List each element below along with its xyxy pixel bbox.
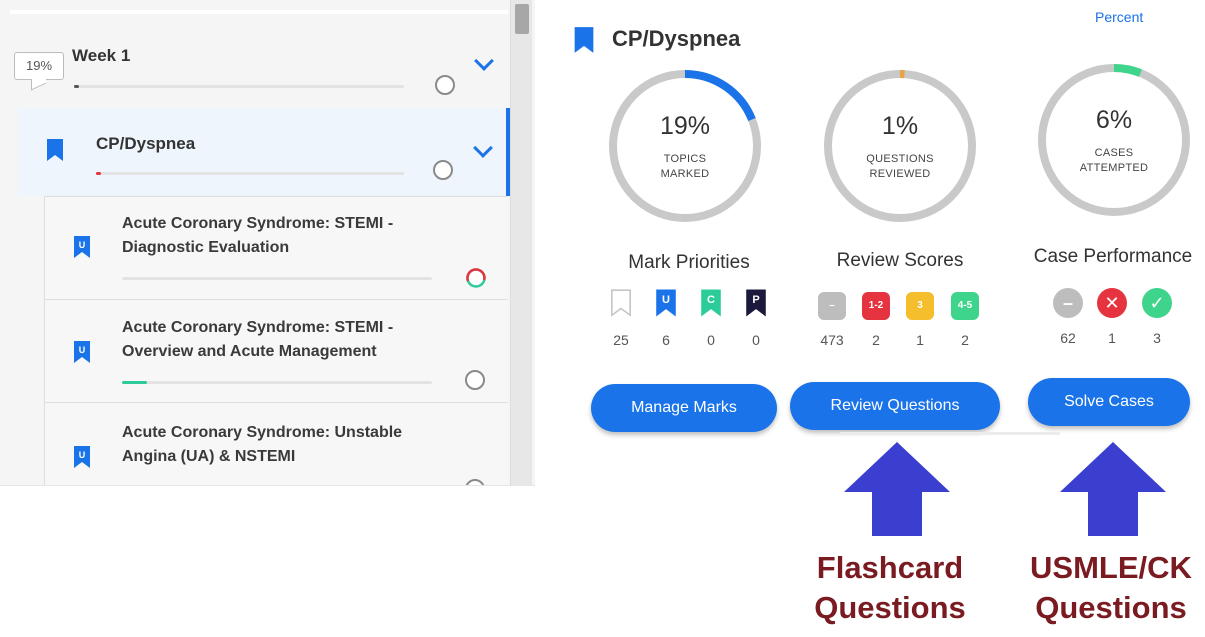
bookmark-icon: [574, 27, 594, 53]
bookmark-outline-icon[interactable]: [610, 288, 632, 318]
cases-attempted-ring: [1038, 64, 1190, 216]
mark-count: 0: [707, 332, 715, 348]
topic-progress-bar: [122, 277, 432, 280]
cases-attempted-label: CASES ATTEMPTED: [1079, 147, 1149, 174]
topic-title: Acute Coronary Syndrome: STEMI - Overvie…: [122, 316, 393, 364]
case-incorrect-icon[interactable]: ✕: [1097, 288, 1127, 318]
mark-count: 25: [613, 332, 629, 348]
bookmark-u-icon: U: [74, 341, 90, 363]
topic-title-line1: Acute Coronary Syndrome: STEMI -: [122, 319, 394, 336]
case-count: 3: [1153, 330, 1161, 346]
bookmark-p-icon[interactable]: P: [745, 288, 767, 318]
partial-progress-ring-icon: [466, 268, 486, 288]
category-status-ring-icon: [433, 160, 453, 180]
solve-cases-button[interactable]: Solve Cases: [1028, 378, 1190, 426]
score-unrated-badge[interactable]: –: [818, 292, 846, 320]
week-progress-badge: 19%: [14, 52, 64, 80]
topic-tree-panel: 19% Week 1 CP/Dyspnea U Acute Coronary S…: [0, 0, 535, 486]
svg-text:U: U: [79, 345, 86, 355]
score-4-5-badge[interactable]: 4-5: [951, 292, 979, 320]
shadow-divider: [840, 432, 1060, 435]
case-count: 62: [1060, 330, 1076, 346]
topics-marked-ring: [609, 70, 761, 222]
topic-status-ring-icon: [465, 479, 485, 485]
case-unattempted-icon[interactable]: –: [1053, 288, 1083, 318]
chevron-down-icon[interactable]: [473, 138, 493, 158]
category-progress-fill: [96, 172, 101, 175]
category-progress-bar: [96, 172, 404, 175]
sidebar-item-cp-dyspnea[interactable]: CP/Dyspnea: [18, 108, 510, 196]
cases-attempted-stat: 6% CASES ATTEMPTED: [1034, 60, 1194, 220]
topic-title-line1: Acute Coronary Syndrome: Unstable: [122, 424, 403, 441]
case-correct-icon[interactable]: ✓: [1142, 288, 1172, 318]
case-performance-title: Case Performance: [1033, 246, 1193, 267]
score-count: 1: [916, 332, 924, 348]
svg-text:U: U: [662, 294, 670, 306]
bookmark-c-icon[interactable]: C: [700, 288, 722, 318]
chevron-down-icon[interactable]: [474, 51, 494, 71]
bookmark-icon: [47, 139, 63, 161]
score-count: 2: [961, 332, 969, 348]
topics-marked-label: TOPICS MARKED: [660, 153, 710, 180]
topic-title-line2: Diagnostic Evaluation: [122, 239, 290, 256]
topic-progress-bar: [122, 381, 432, 384]
topics-marked-value: 19%: [659, 112, 711, 140]
scrollbar[interactable]: [510, 0, 532, 485]
questions-reviewed-value: 1%: [881, 112, 919, 140]
topic-title-line2: Angina (UA) & NSTEMI: [122, 448, 296, 465]
scrollbar-thumb[interactable]: [515, 4, 529, 34]
svg-text:P: P: [752, 294, 759, 306]
category-summary-panel: CP/Dyspnea Percent 19% TOPICS MARKED 1% Q…: [560, 0, 1205, 637]
case-count: 1: [1108, 330, 1116, 346]
score-3-badge[interactable]: 3: [906, 292, 934, 320]
up-arrow-icon: [844, 442, 950, 536]
questions-reviewed-stat: 1% QUESTIONS REVIEWED: [820, 66, 980, 226]
topic-item[interactable]: U Acute Coronary Syndrome: STEMI - Diagn…: [44, 196, 508, 300]
questions-reviewed-label: QUESTIONS REVIEWED: [866, 153, 934, 180]
up-arrow-icon: [1060, 442, 1166, 536]
topic-item[interactable]: U Acute Coronary Syndrome: STEMI - Overv…: [44, 299, 508, 403]
flashcard-annotation: Flashcard Questions: [814, 550, 966, 625]
week-title: Week 1: [72, 46, 131, 65]
topic-title-line2: Overview and Acute Management: [122, 343, 377, 360]
topic-title-line1: Acute Coronary Syndrome: STEMI -: [122, 215, 394, 232]
usmle-annotation: USMLE/CK Questions: [1030, 550, 1192, 625]
manage-marks-button[interactable]: Manage Marks: [591, 384, 777, 432]
cases-attempted-value: 6%: [1095, 106, 1133, 134]
week-progress-fill: [74, 85, 79, 88]
percent-toggle-link[interactable]: Percent: [1095, 9, 1143, 25]
panel-title: CP/Dyspnea: [612, 26, 741, 51]
questions-reviewed-ring: [824, 70, 976, 222]
topic-item[interactable]: U Acute Coronary Syndrome: Unstable Angi…: [44, 402, 508, 485]
svg-text:C: C: [707, 294, 715, 306]
score-count: 473: [820, 332, 844, 348]
topic-title: Acute Coronary Syndrome: STEMI - Diagnos…: [122, 212, 393, 260]
category-title: CP/Dyspnea: [96, 134, 196, 153]
mark-priorities-title: Mark Priorities: [628, 252, 750, 273]
week-progress-bar: [74, 85, 404, 88]
bookmark-u-icon: U: [74, 236, 90, 258]
top-divider: [10, 10, 508, 14]
review-questions-button[interactable]: Review Questions: [790, 382, 1000, 430]
review-scores-title: Review Scores: [836, 250, 964, 271]
topic-status-ring-icon: [465, 370, 485, 390]
week-status-ring-icon: [435, 75, 455, 95]
score-1-2-badge[interactable]: 1-2: [862, 292, 890, 320]
score-count: 2: [872, 332, 880, 348]
svg-text:U: U: [79, 450, 86, 460]
week-row[interactable]: 19% Week 1: [10, 22, 508, 104]
svg-text:U: U: [79, 240, 86, 250]
bookmark-u-icon: U: [74, 446, 90, 468]
mark-count: 0: [752, 332, 760, 348]
bookmark-u-icon[interactable]: U: [655, 288, 677, 318]
topic-title: Acute Coronary Syndrome: Unstable Angina…: [122, 421, 402, 469]
topics-marked-stat: 19% TOPICS MARKED: [605, 66, 765, 226]
mark-count: 6: [662, 332, 670, 348]
topic-progress-fill: [122, 381, 147, 384]
